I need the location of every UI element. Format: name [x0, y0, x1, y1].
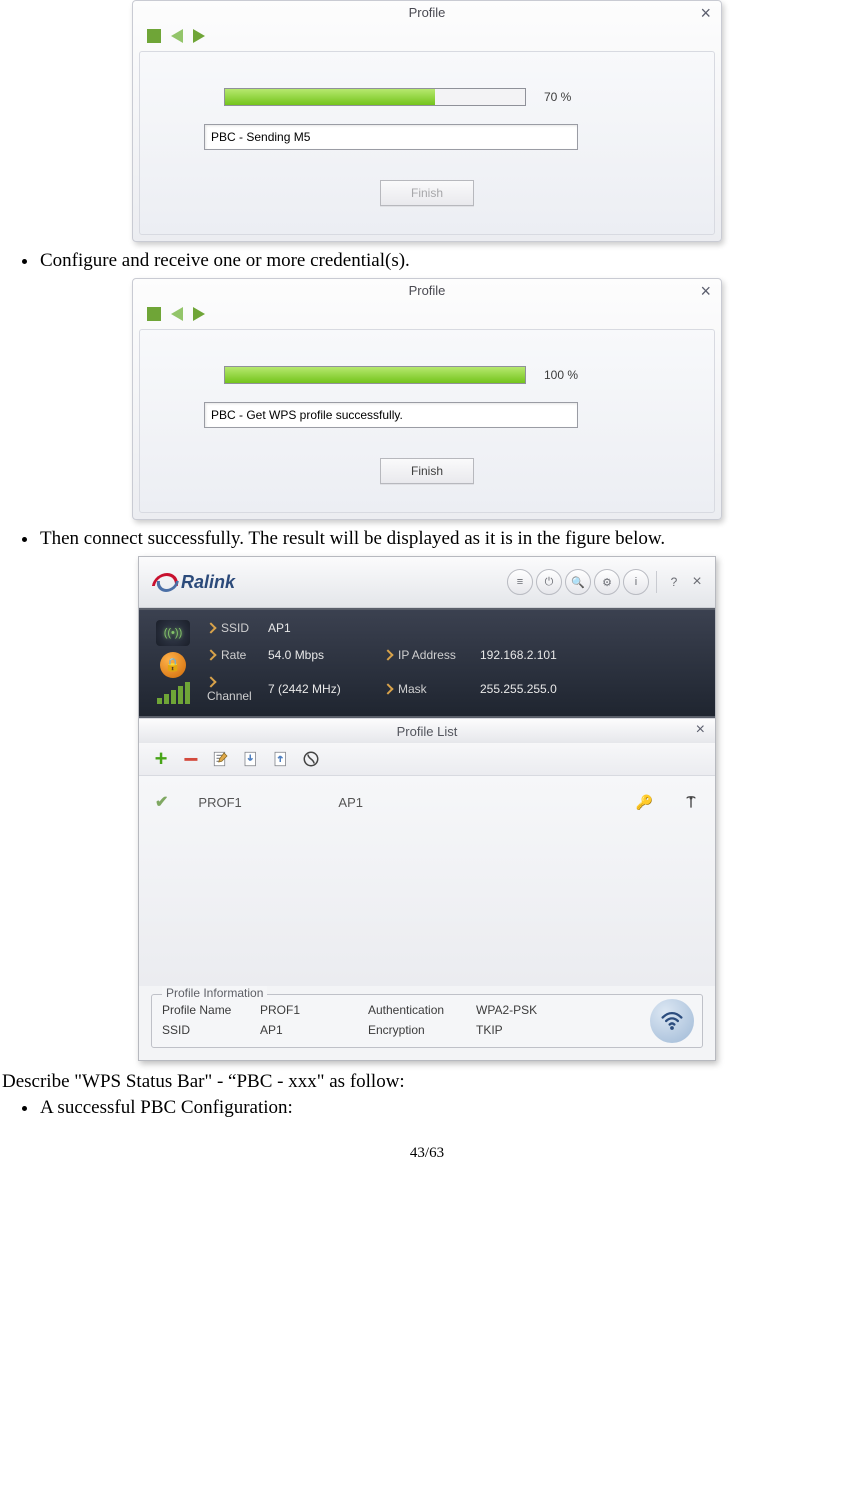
bullet-success-config: A successful PBC Configuration:	[22, 1097, 850, 1119]
toolbar-separator	[656, 571, 657, 593]
dialog-titlebar: Profile ×	[133, 279, 721, 301]
ralink-swirl-icon	[153, 573, 175, 591]
status-icon-stack: ((•)) 🔒	[149, 620, 197, 704]
wps-icon[interactable]	[301, 749, 321, 769]
profile-info-group: Profile Information Profile Name PROF1 A…	[151, 994, 703, 1048]
value-ssid: AP1	[268, 621, 378, 635]
dialog-title: Profile	[409, 5, 446, 20]
signal-strength-icon	[157, 684, 190, 704]
profile-row-name: PROF1	[198, 795, 308, 810]
label-profile-name: Profile Name	[162, 1003, 252, 1017]
dialog-body: 70 % Finish	[139, 51, 715, 235]
wps-status-input	[204, 124, 578, 150]
value-profile-name: PROF1	[260, 1003, 360, 1017]
stop-icon[interactable]	[147, 307, 161, 321]
value-ssid: AP1	[260, 1023, 360, 1037]
finish-button[interactable]: Finish	[380, 458, 474, 484]
close-icon[interactable]: ×	[700, 3, 711, 24]
profile-list-toolbar: + −	[139, 743, 715, 776]
progress-bar	[224, 88, 526, 106]
label-rate: Rate	[221, 648, 246, 662]
help-icon[interactable]: ?	[664, 575, 684, 589]
progress-fill	[225, 367, 525, 383]
profile-dialog-1: Profile × 70 % Finish	[132, 0, 722, 242]
lock-icon: 🔒	[160, 652, 186, 678]
dialog-titlebar: Profile ×	[133, 1, 721, 23]
value-mask: 255.255.255.0	[480, 682, 580, 696]
profile-info-legend: Profile Information	[162, 986, 267, 1000]
bullet-connect: Then connect successfully. The result wi…	[22, 528, 850, 550]
profile-row[interactable]: ✔ PROF1 AP1 🔑	[151, 786, 703, 818]
key-icon: 🔑	[636, 794, 653, 811]
value-ip: 192.168.2.101	[480, 648, 580, 662]
ralink-head: Ralink ≡ ⏻ 🔍 ⚙ i ? ×	[139, 557, 715, 608]
chevron-right-icon	[205, 676, 216, 687]
label-enc: Encryption	[368, 1023, 468, 1037]
ralink-window: Ralink ≡ ⏻ 🔍 ⚙ i ? × ((•)) 🔒 SSID AP1 Ra…	[138, 556, 716, 1061]
profile-row-ap: AP1	[338, 795, 438, 810]
label-channel: Channel	[207, 689, 252, 703]
toolbar-settings-icon[interactable]: ⚙	[594, 569, 620, 595]
ralink-toolbar: ≡ ⏻ 🔍 ⚙ i ? ×	[507, 569, 707, 595]
profile-list: ✔ PROF1 AP1 🔑	[139, 776, 715, 986]
antenna-icon	[683, 793, 699, 812]
brand-text: Ralink	[181, 572, 235, 593]
wifi-emblem-icon	[650, 999, 694, 1043]
chevron-right-icon	[205, 649, 216, 660]
stop-icon[interactable]	[147, 29, 161, 43]
value-enc: TKIP	[476, 1023, 566, 1037]
edit-profile-icon[interactable]	[211, 749, 231, 769]
wps-status-input	[204, 402, 578, 428]
connection-status-panel: ((•)) 🔒 SSID AP1 Rate 54.0 Mbps IP Addre…	[139, 608, 715, 718]
progress-percent-label: 100 %	[544, 368, 578, 382]
progress-row: 100 %	[224, 366, 690, 384]
progress-percent-label: 70 %	[544, 90, 571, 104]
forward-arrow-icon[interactable]	[193, 307, 205, 321]
label-ssid: SSID	[221, 621, 249, 635]
back-arrow-icon[interactable]	[171, 307, 183, 321]
profile-dialog-2: Profile × 100 % Finish	[132, 278, 722, 520]
finish-button: Finish	[380, 180, 474, 206]
label-mask: Mask	[398, 682, 427, 696]
import-profile-icon[interactable]	[241, 749, 261, 769]
toolbar-info-icon[interactable]: i	[623, 569, 649, 595]
chevron-right-icon	[382, 649, 393, 660]
dialog-body: 100 % Finish	[139, 329, 715, 513]
toolbar-power-icon[interactable]: ⏻	[536, 569, 562, 595]
label-ip: IP Address	[398, 648, 456, 662]
value-channel: 7 (2442 MHz)	[268, 682, 378, 696]
chevron-right-icon	[205, 623, 216, 634]
bullet-configure: Configure and receive one or more creden…	[22, 250, 850, 272]
progress-fill	[225, 89, 435, 105]
label-auth: Authentication	[368, 1003, 468, 1017]
back-arrow-icon[interactable]	[171, 29, 183, 43]
dialog-title: Profile	[409, 283, 446, 298]
status-grid: SSID AP1 Rate 54.0 Mbps IP Address 192.1…	[197, 620, 705, 704]
profile-list-title: Profile List	[397, 724, 458, 739]
profile-list-titlebar: Profile List ×	[139, 718, 715, 743]
describe-paragraph: Describe "WPS Status Bar" - “PBC - xxx" …	[2, 1071, 850, 1093]
page-number: 43/63	[2, 1145, 850, 1162]
add-profile-icon[interactable]: +	[151, 749, 171, 769]
dialog-toolbar	[133, 23, 721, 51]
progress-bar	[224, 366, 526, 384]
remove-profile-icon[interactable]: −	[181, 749, 201, 769]
close-icon[interactable]: ×	[700, 281, 711, 302]
toolbar-list-icon[interactable]: ≡	[507, 569, 533, 595]
value-rate: 54.0 Mbps	[268, 648, 378, 662]
value-auth: WPA2-PSK	[476, 1003, 566, 1017]
export-profile-icon[interactable]	[271, 749, 291, 769]
check-icon: ✔	[155, 792, 168, 812]
dialog-toolbar	[133, 301, 721, 329]
chevron-right-icon	[382, 683, 393, 694]
forward-arrow-icon[interactable]	[193, 29, 205, 43]
radar-icon: ((•))	[156, 620, 190, 646]
ralink-logo: Ralink	[153, 572, 235, 593]
close-icon[interactable]: ×	[696, 721, 705, 739]
close-icon[interactable]: ×	[687, 573, 707, 591]
label-ssid: SSID	[162, 1023, 252, 1037]
progress-row: 70 %	[224, 88, 690, 106]
toolbar-search-icon[interactable]: 🔍	[565, 569, 591, 595]
